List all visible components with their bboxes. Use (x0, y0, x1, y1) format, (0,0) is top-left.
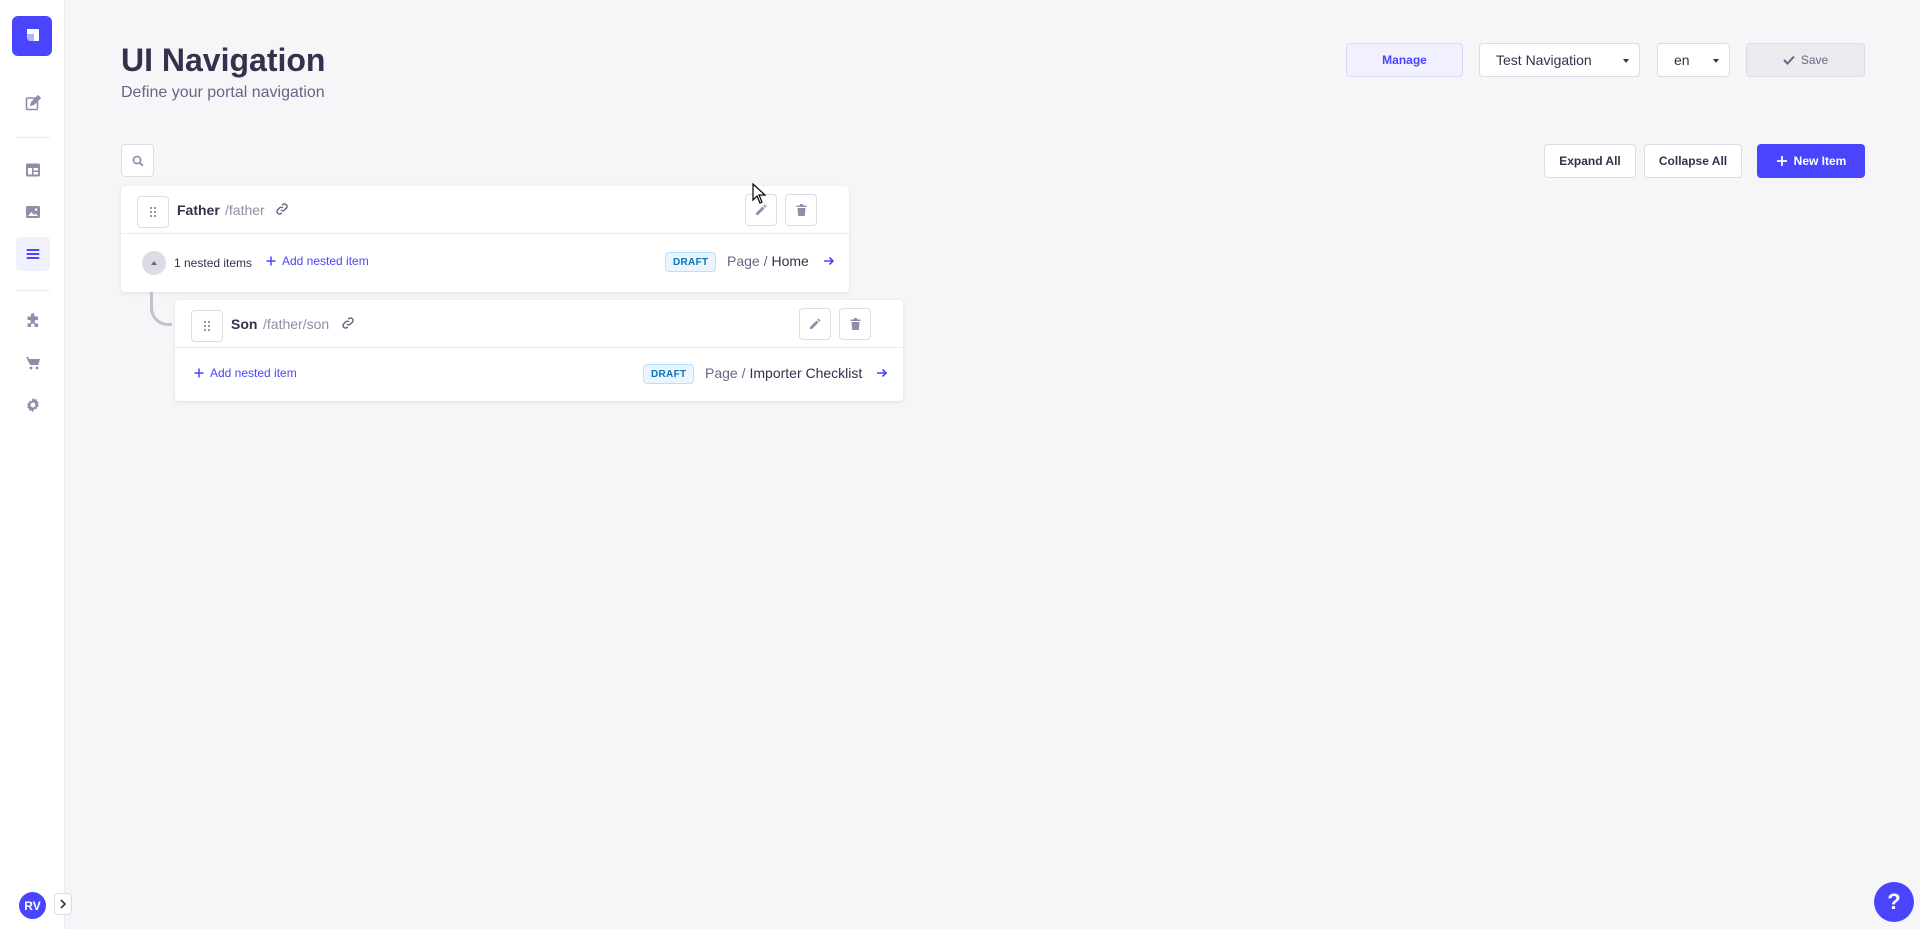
related-page-link[interactable]: Page / Importer Checklist (705, 365, 888, 381)
nested-items-count: 1 nested items (174, 256, 253, 270)
arrow-right-icon (876, 368, 888, 378)
link-icon (276, 203, 288, 215)
add-nested-item-link[interactable]: Add nested item (194, 366, 297, 380)
list-icon (26, 249, 40, 259)
new-item-button-label: New Item (1793, 154, 1847, 168)
edit-item-button[interactable] (799, 308, 831, 340)
navigation-item-title: Father (177, 202, 220, 218)
tree-connector (150, 292, 172, 326)
add-nested-item-label: Add nested item (282, 254, 369, 268)
navigation-item-footer: Add nested item DRAFT Page / Importer Ch… (175, 348, 903, 401)
new-item-button[interactable]: New Item (1757, 144, 1865, 178)
sidebar-item-marketplace[interactable] (16, 346, 50, 380)
user-avatar[interactable]: RV (19, 892, 46, 919)
collapse-nested-toggle[interactable] (142, 251, 166, 275)
logo-icon (27, 29, 39, 41)
puzzle-icon (27, 313, 38, 327)
navigation-select-value: Test Navigation (1496, 52, 1592, 68)
cart-icon (26, 357, 40, 370)
caret-down-icon (1623, 59, 1629, 63)
navigation-item-header: Son /father/son (175, 300, 903, 348)
navigation-item-footer: 1 nested items Add nested item DRAFT Pag… (121, 234, 849, 292)
navigation-item-title: Son (231, 316, 258, 332)
plus-icon (194, 368, 204, 378)
page-title: UI Navigation (121, 42, 326, 78)
navigation-item-card: Father /father 1 nested items Add nested… (121, 186, 849, 292)
related-page-link[interactable]: Page / Home (727, 253, 835, 269)
navigation-item-card: Son /father/son Add nested item DRAFT Pa… (175, 300, 903, 401)
navigation-item-path: /father (225, 202, 265, 218)
related-page-name: Importer Checklist (749, 365, 863, 381)
sidebar-item-media-library[interactable] (16, 195, 50, 229)
status-badge: DRAFT (665, 252, 717, 272)
trash-icon (796, 204, 806, 216)
plus-icon (266, 256, 276, 266)
image-icon (26, 206, 40, 218)
delete-item-button[interactable] (839, 308, 871, 340)
collapse-all-button[interactable]: Collapse All (1644, 144, 1742, 178)
navigation-item-header: Father /father (121, 186, 849, 234)
drag-handle[interactable] (191, 310, 223, 342)
sidebar-divider (16, 290, 50, 291)
caret-up-icon (151, 261, 157, 265)
manage-button[interactable]: Manage (1346, 43, 1463, 77)
drag-handle[interactable] (137, 196, 169, 228)
add-nested-item-link[interactable]: Add nested item (266, 254, 369, 268)
navigation-item-path: /father/son (263, 316, 330, 332)
plus-icon (1776, 156, 1787, 166)
related-page-prefix: Page / (705, 365, 746, 381)
sidebar-item-settings[interactable] (16, 388, 50, 422)
mouse-cursor-icon (752, 183, 766, 204)
sidebar-item-content-manager[interactable] (16, 86, 50, 120)
pencil-square-icon (25, 95, 41, 111)
pencil-icon (810, 318, 821, 329)
sidebar-item-content-type-builder[interactable] (16, 153, 50, 187)
locale-select[interactable]: en (1657, 43, 1730, 77)
layout-icon (26, 163, 40, 177)
page-subtitle: Define your portal navigation (121, 84, 325, 101)
expand-all-button[interactable]: Expand All (1544, 144, 1636, 178)
check-icon (1783, 55, 1795, 65)
trash-icon (850, 318, 860, 330)
drag-dots-icon (149, 206, 157, 218)
chevron-right-icon (60, 899, 67, 909)
sidebar-divider (16, 137, 50, 138)
link-icon (342, 317, 354, 329)
drag-dots-icon (203, 320, 211, 332)
gear-icon (27, 397, 39, 413)
status-badge: DRAFT (643, 364, 695, 384)
navigation-select[interactable]: Test Navigation (1479, 43, 1640, 77)
locale-select-value: en (1674, 52, 1690, 68)
main-sidebar: RV (0, 0, 72, 929)
delete-item-button[interactable] (785, 194, 817, 226)
expand-sidebar-button[interactable] (54, 893, 72, 915)
app-logo[interactable] (12, 16, 52, 56)
save-button-label: Save (1800, 53, 1829, 67)
sidebar-item-navigation[interactable] (16, 237, 50, 271)
related-page-name: Home (771, 253, 809, 269)
related-page-prefix: Page / (727, 253, 768, 269)
add-nested-item-label: Add nested item (210, 366, 297, 380)
search-button[interactable] (121, 144, 154, 177)
caret-down-icon (1713, 59, 1719, 63)
arrow-right-icon (823, 256, 835, 266)
pencil-icon (756, 204, 767, 215)
save-button[interactable]: Save (1746, 43, 1865, 77)
search-icon (132, 155, 143, 166)
help-button[interactable]: ? (1874, 882, 1914, 922)
sidebar-item-plugins[interactable] (16, 304, 50, 338)
